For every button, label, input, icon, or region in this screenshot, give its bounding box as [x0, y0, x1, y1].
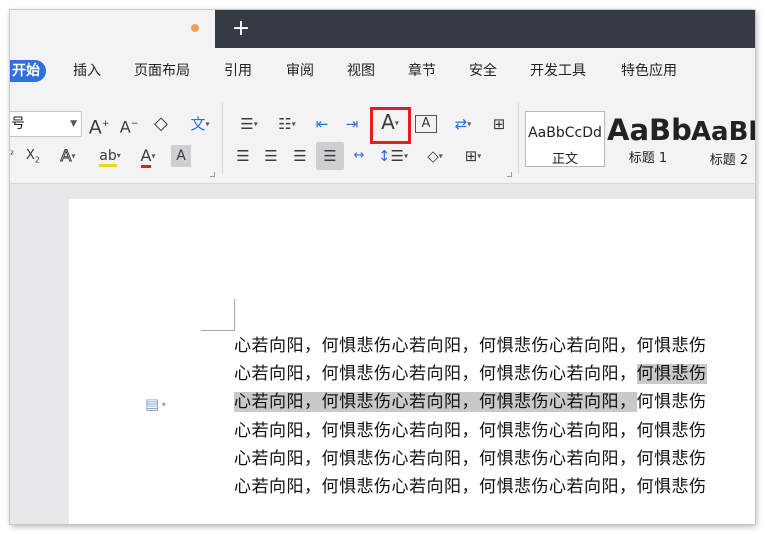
- superscript-icon[interactable]: ²: [10, 145, 18, 167]
- character-shading-icon[interactable]: A: [171, 145, 191, 167]
- distributed-align-icon[interactable]: ↔: [348, 145, 370, 167]
- table-layout-icon[interactable]: ⊞: [488, 113, 510, 135]
- font-size-value: 号: [11, 116, 25, 132]
- text-line[interactable]: 心若向阳，何惧悲伤心若向阳，何惧悲伤心若向阳，何惧悲伤: [234, 417, 707, 445]
- menu-chapter[interactable]: 章节: [408, 60, 436, 82]
- menu-view[interactable]: 视图: [347, 60, 375, 82]
- document-area[interactable]: ▤ ▾ 心若向阳，何惧悲伤心若向阳，何惧悲伤心若向阳，何惧悲伤 心若向阳，何惧悲…: [10, 185, 755, 524]
- menu-review[interactable]: 审阅: [286, 60, 314, 82]
- menu-special-apps[interactable]: 特色应用: [621, 60, 677, 82]
- phonetic-guide-icon[interactable]: 文▾: [182, 113, 218, 135]
- font-color-icon[interactable]: A▾: [132, 145, 164, 168]
- margin-marker: [234, 299, 235, 331]
- unsaved-dot-icon: [191, 24, 199, 32]
- character-spacing-button[interactable]: [370, 107, 411, 144]
- menu-insert[interactable]: 插入: [73, 60, 101, 82]
- style-heading-2-sample: AaBb: [690, 117, 755, 147]
- text-line[interactable]: 心若向阳，何惧悲伤心若向阳，何惧悲伤心若向阳，何惧悲伤: [234, 332, 707, 360]
- decrease-indent-icon[interactable]: ⇤: [311, 113, 333, 135]
- text-effect-icon[interactable]: A▾: [52, 145, 84, 167]
- shading-icon[interactable]: ◇▾: [418, 145, 452, 167]
- document-page[interactable]: ▤ ▾ 心若向阳，何惧悲伤心若向阳，何惧悲伤心若向阳，何惧悲伤 心若向阳，何惧悲…: [69, 199, 755, 524]
- style-normal-name: 正文: [551, 152, 578, 167]
- shrink-font-icon[interactable]: A−: [118, 113, 140, 136]
- new-tab-button[interactable]: +: [230, 14, 252, 44]
- style-heading-2-name: 标题 2: [709, 153, 749, 168]
- text-direction-icon[interactable]: ⇄▾: [446, 113, 480, 135]
- app-window: + 开始 插入 页面布局 引用 审阅 视图 章节 安全 开发工具 特色应用 号 …: [10, 10, 755, 524]
- borders-icon[interactable]: ⊞▾: [456, 145, 490, 167]
- paragraph-dialog-launcher-icon[interactable]: [507, 172, 512, 177]
- style-heading-2[interactable]: AaBb 标题 2: [689, 111, 755, 168]
- justify-icon[interactable]: ☰: [316, 142, 344, 170]
- align-right-icon[interactable]: ☰: [289, 145, 311, 167]
- style-normal[interactable]: AaBbCcDd 正文: [525, 111, 605, 167]
- grow-font-icon[interactable]: A+: [88, 113, 110, 138]
- text-line[interactable]: 心若向阳，何惧悲伤心若向阳，何惧悲伤心若向阳，何惧悲伤: [234, 445, 707, 473]
- font-size-select[interactable]: 号 ▼: [10, 111, 82, 137]
- highlight-color-icon[interactable]: ab▾: [92, 145, 128, 167]
- paragraph-layout-icon[interactable]: ▤ ▾: [145, 395, 166, 413]
- text-line[interactable]: 心若向阳，何惧悲伤心若向阳，何惧悲伤心若向阳，何惧悲伤: [234, 388, 707, 416]
- ribbon-separator: [222, 102, 223, 174]
- style-heading-1[interactable]: AaBb 标题 1: [607, 111, 692, 167]
- subscript-icon[interactable]: X2: [22, 145, 44, 167]
- menu-page-layout[interactable]: 页面布局: [134, 60, 190, 82]
- align-center-icon[interactable]: ☰: [260, 145, 282, 167]
- style-normal-sample: AaBbCcDd: [528, 125, 602, 141]
- menu-security[interactable]: 安全: [469, 60, 497, 82]
- style-heading-1-sample: AaBb: [607, 113, 692, 147]
- chinese-layout-icon[interactable]: A: [415, 115, 437, 133]
- menu-developer-tools[interactable]: 开发工具: [530, 60, 586, 82]
- clear-format-icon[interactable]: ◇: [150, 113, 172, 135]
- align-left-icon[interactable]: ☰: [232, 145, 254, 167]
- bullet-list-icon[interactable]: ☰▾: [232, 113, 266, 135]
- ribbon-toolbar: 号 ▼ A+ A− ◇ 文▾ ² X2 A▾ ab▾ A▾ A ☰▾ ☷▾ ⇤ …: [10, 92, 755, 184]
- menu-bar: 开始 插入 页面布局 引用 审阅 视图 章节 安全 开发工具 特色应用: [10, 48, 755, 92]
- document-tab[interactable]: [10, 10, 215, 48]
- margin-marker: [201, 330, 234, 331]
- increase-indent-icon[interactable]: ⇥: [341, 113, 363, 135]
- style-heading-1-name: 标题 1: [628, 151, 668, 166]
- font-dialog-launcher-icon[interactable]: [210, 172, 215, 177]
- menu-start[interactable]: 开始: [10, 60, 46, 82]
- title-bar: +: [10, 10, 755, 48]
- chevron-down-icon: ▼: [70, 119, 77, 129]
- ribbon-separator: [518, 102, 519, 174]
- text-line[interactable]: 心若向阳，何惧悲伤心若向阳，何惧悲伤心若向阳，何惧悲伤: [234, 360, 707, 388]
- menu-references[interactable]: 引用: [224, 60, 252, 82]
- line-spacing-icon[interactable]: ↕☰▾: [376, 145, 410, 167]
- text-line[interactable]: 心若向阳，何惧悲伤心若向阳，何惧悲伤心若向阳，何惧悲伤: [234, 473, 707, 501]
- numbered-list-icon[interactable]: ☷▾: [270, 113, 304, 135]
